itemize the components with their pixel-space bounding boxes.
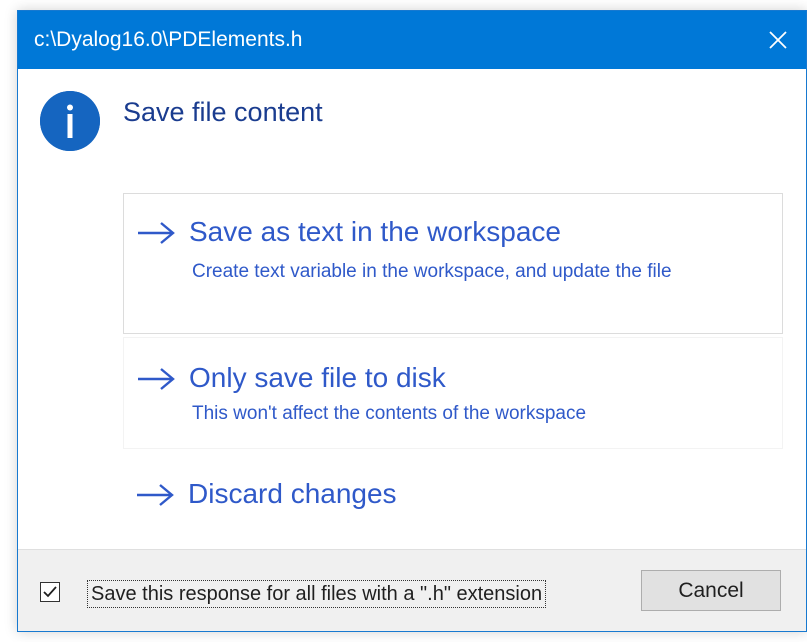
command-link-title: Discard changes: [188, 478, 397, 509]
discard-changes-command-link[interactable]: Discard changes: [123, 457, 783, 529]
checkmark-icon: [43, 586, 57, 598]
main-instruction: Save file content: [123, 97, 323, 127]
arrow-right-icon: [137, 484, 174, 506]
command-link-title: Save as text in the workspace: [189, 216, 561, 247]
window-title: c:\Dyalog16.0\PDElements.h: [34, 28, 303, 51]
title-bar: c:\Dyalog16.0\PDElements.h: [18, 11, 806, 69]
arrow-right-icon: [138, 222, 175, 244]
command-link-description: Create text variable in the workspace, a…: [192, 261, 672, 282]
save-as-text-command-link[interactable]: Save as text in the workspace Create tex…: [123, 193, 783, 334]
save-to-disk-command-link[interactable]: Only save file to disk This won't affect…: [123, 337, 783, 449]
close-icon: [769, 31, 787, 49]
save-response-label[interactable]: Save this response for all files with a …: [87, 580, 547, 608]
save-file-dialog: c:\Dyalog16.0\PDElements.h Save file con…: [17, 10, 807, 632]
command-link-title: Only save file to disk: [189, 362, 446, 393]
cancel-button[interactable]: Cancel: [641, 570, 781, 611]
save-response-checkbox[interactable]: [40, 582, 60, 602]
dialog-footer: Save this response for all files with a …: [18, 549, 806, 631]
close-button[interactable]: [750, 11, 806, 69]
command-link-description: This won't affect the contents of the wo…: [192, 403, 587, 424]
info-icon: [40, 91, 100, 151]
arrow-right-icon: [138, 368, 175, 390]
dialog-content: Save file content Save as text in the wo…: [18, 69, 806, 551]
